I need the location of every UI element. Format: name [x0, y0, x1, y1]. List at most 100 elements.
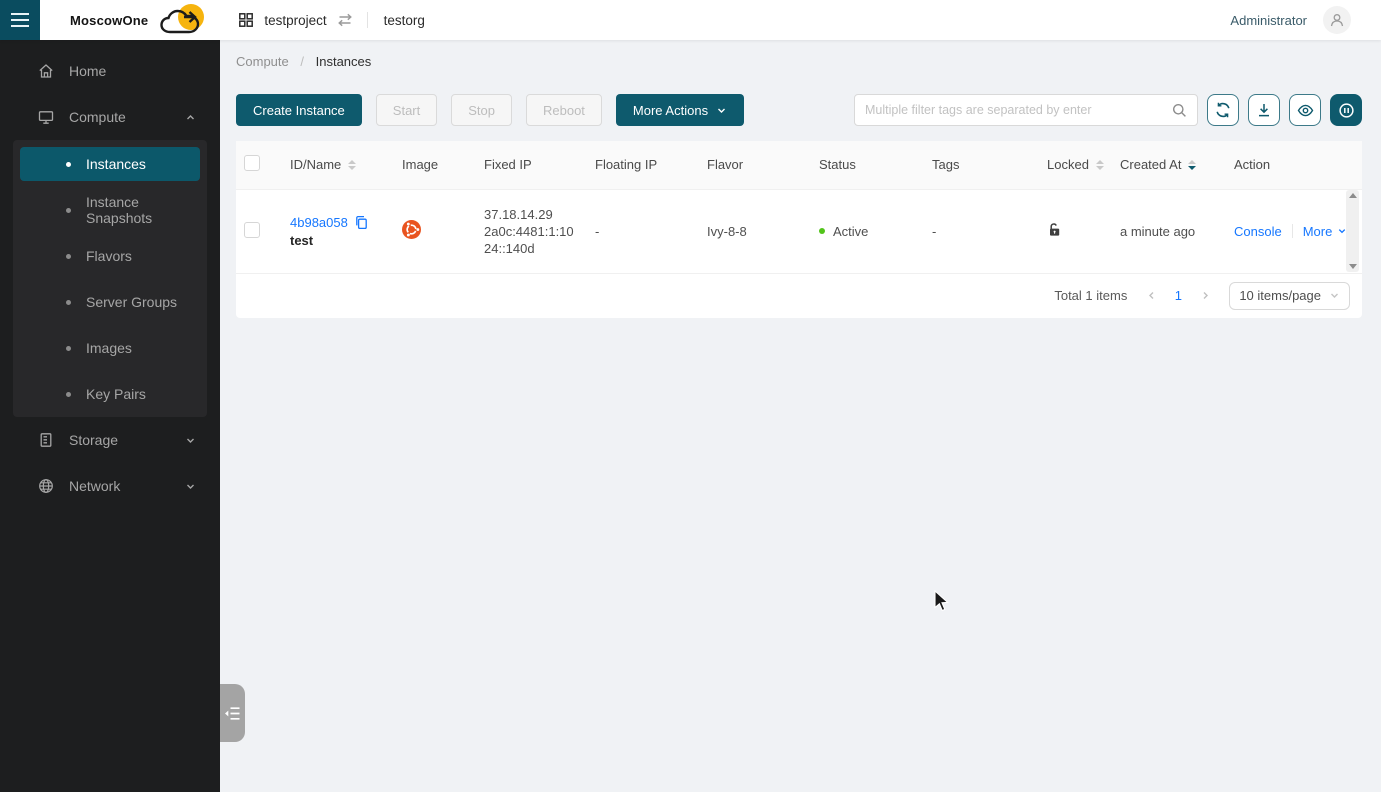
scroll-down-icon[interactable] — [1349, 264, 1357, 269]
table-scrollbar[interactable] — [1346, 190, 1359, 272]
bullet-icon — [66, 208, 71, 213]
server-icon — [38, 432, 54, 448]
column-label: Status — [819, 157, 856, 172]
collapse-menu-icon — [224, 706, 241, 721]
button-label: More Actions — [633, 103, 708, 118]
instances-table: ID/Name Image Fixed IP Floating IP Flavo… — [236, 141, 1362, 274]
sidebar-item-home[interactable]: Home — [0, 48, 220, 94]
column-label: Flavor — [707, 157, 743, 172]
instances-table-card: ID/Name Image Fixed IP Floating IP Flavo… — [236, 141, 1362, 318]
eye-icon — [1297, 102, 1314, 119]
bullet-icon — [66, 300, 71, 305]
search-input[interactable] — [865, 103, 1172, 117]
column-label: Image — [402, 157, 438, 172]
column-label: Floating IP — [595, 157, 657, 172]
fixed-ip-line: 24::140d — [484, 240, 579, 257]
sidebar-item-images[interactable]: Images — [20, 331, 200, 365]
column-header-status: Status — [811, 141, 924, 189]
instance-id-link[interactable]: 4b98a058 — [290, 215, 348, 230]
button-label: Create Instance — [253, 103, 345, 118]
refresh-icon — [1215, 102, 1231, 118]
project-switcher[interactable]: testproject — [238, 12, 326, 28]
chevron-down-icon — [185, 435, 196, 446]
fixed-ip-cell: 37.18.14.29 2a0c:4481:1:10 24::140d — [484, 206, 579, 257]
page-number[interactable]: 1 — [1167, 288, 1189, 303]
sidebar-item-server-groups[interactable]: Server Groups — [20, 285, 200, 319]
more-actions-button[interactable]: More Actions — [616, 94, 744, 126]
button-label: Start — [393, 103, 420, 118]
unlock-icon — [1047, 222, 1062, 237]
sort-carets-icon — [1096, 160, 1104, 170]
sidebar-item-compute[interactable]: Compute — [0, 94, 220, 140]
total-items-text: Total 1 items — [1054, 288, 1127, 303]
sidebar-item-instance-snapshots[interactable]: Instance Snapshots — [20, 193, 200, 227]
scroll-up-icon[interactable] — [1349, 193, 1357, 198]
row-actions: Console More — [1234, 224, 1354, 239]
column-header-locked[interactable]: Locked — [1039, 141, 1112, 189]
bullet-icon — [66, 346, 71, 351]
sidebar-item-instances[interactable]: Instances — [20, 147, 200, 181]
brand-name: MoscowOne — [70, 13, 148, 28]
chevron-down-icon — [1329, 290, 1340, 301]
top-bar: MoscowOne testproject testorg Administra… — [0, 0, 1381, 40]
create-instance-button[interactable]: Create Instance — [236, 94, 362, 126]
column-header-action: Action — [1226, 141, 1362, 189]
breadcrumb-compute[interactable]: Compute — [236, 54, 289, 69]
sidebar-item-storage[interactable]: Storage — [0, 417, 220, 463]
project-name: testproject — [264, 13, 326, 28]
column-label: Tags — [932, 157, 959, 172]
column-label: ID/Name — [290, 157, 341, 172]
table-header-row: ID/Name Image Fixed IP Floating IP Flavo… — [236, 141, 1362, 189]
next-page-button[interactable] — [1193, 284, 1217, 308]
sort-carets-icon — [348, 160, 356, 170]
column-label: Created At — [1120, 157, 1181, 172]
select-all-checkbox[interactable] — [244, 155, 260, 171]
bullet-icon — [66, 162, 71, 167]
sidebar-item-label: Flavors — [86, 248, 132, 264]
row-checkbox[interactable] — [244, 222, 260, 238]
main-content: Compute / Instances Create Instance Star… — [220, 40, 1381, 792]
download-icon — [1256, 102, 1272, 118]
column-label: Fixed IP — [484, 157, 532, 172]
console-link[interactable]: Console — [1234, 224, 1282, 239]
column-header-flavor: Flavor — [699, 141, 811, 189]
compute-submenu: Instances Instance Snapshots Flavors Ser… — [13, 140, 207, 417]
prev-page-button[interactable] — [1139, 284, 1163, 308]
refresh-button[interactable] — [1207, 94, 1239, 126]
filter-search-box[interactable] — [854, 94, 1198, 126]
sidebar-item-label: Network — [69, 478, 120, 494]
sidebar-item-label: Images — [86, 340, 132, 356]
auto-refresh-toggle-button[interactable] — [1330, 94, 1362, 126]
column-header-id-name[interactable]: ID/Name — [282, 141, 394, 189]
column-header-fixed-ip: Fixed IP — [476, 141, 587, 189]
column-label: Locked — [1047, 157, 1089, 172]
sidebar-item-label: Compute — [69, 109, 126, 125]
column-header-image: Image — [394, 141, 476, 189]
copy-icon[interactable] — [354, 215, 368, 230]
swap-icon[interactable] — [335, 13, 355, 27]
column-header-created-at[interactable]: Created At — [1112, 141, 1226, 189]
hamburger-icon[interactable] — [0, 0, 40, 40]
more-link[interactable]: More — [1303, 224, 1348, 239]
sidebar-collapse-handle[interactable] — [220, 684, 245, 742]
sidebar-item-label: Key Pairs — [86, 386, 146, 402]
stop-button[interactable]: Stop — [451, 94, 512, 126]
house-icon — [38, 63, 54, 79]
instance-name: test — [290, 233, 386, 248]
columns-visibility-button[interactable] — [1289, 94, 1321, 126]
reboot-button[interactable]: Reboot — [526, 94, 602, 126]
org-name: testorg — [384, 13, 425, 28]
sidebar-item-flavors[interactable]: Flavors — [20, 239, 200, 273]
user-role-menu[interactable]: Administrator — [1230, 13, 1307, 28]
breadcrumb-instances: Instances — [316, 54, 372, 69]
chevron-down-icon — [716, 105, 727, 116]
search-icon[interactable] — [1172, 103, 1187, 118]
download-button[interactable] — [1248, 94, 1280, 126]
page-size-select[interactable]: 10 items/page — [1229, 282, 1350, 310]
sort-carets-icon — [1188, 160, 1196, 170]
sidebar-item-label: Instances — [86, 156, 146, 172]
sidebar-item-network[interactable]: Network — [0, 463, 220, 509]
avatar[interactable] — [1323, 6, 1351, 34]
start-button[interactable]: Start — [376, 94, 437, 126]
sidebar-item-key-pairs[interactable]: Key Pairs — [20, 377, 200, 411]
